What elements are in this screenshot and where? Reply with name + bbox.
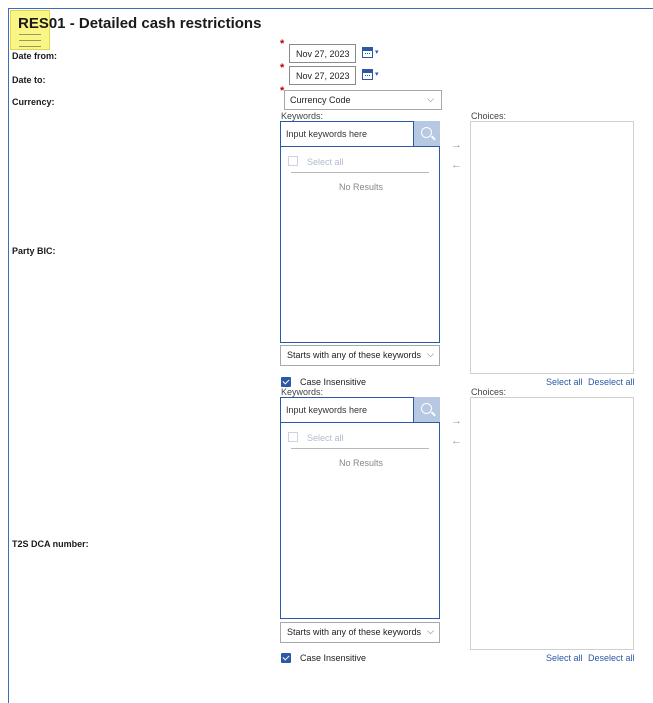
- date-to-label: Date to:: [12, 75, 46, 85]
- t2s-dca-case-insensitive-label: Case Insensitive: [300, 653, 367, 663]
- t2s-dca-choices-label: Choices:: [471, 387, 507, 397]
- t2s-dca-select-all-item[interactable]: Select all: [288, 432, 344, 443]
- search-icon[interactable]: [414, 121, 440, 147]
- t2s-dca-keywords-label: Keywords:: [281, 387, 324, 397]
- t2s-dca-label: T2S DCA number:: [12, 539, 89, 549]
- calendar-icon[interactable]: ▾: [362, 45, 382, 61]
- party-bic-case-insensitive-label: Case Insensitive: [300, 377, 367, 387]
- date-from-input[interactable]: Nov 27, 2023: [289, 44, 356, 63]
- party-bic-case-insensitive-checkbox[interactable]: [281, 377, 291, 387]
- party-bic-select-all-item[interactable]: Select all: [288, 156, 344, 167]
- currency-select-value: Currency Code: [290, 95, 351, 105]
- t2s-dca-select-all-link[interactable]: Select all: [546, 653, 583, 663]
- page-title: RES01 - Detailed cash restrictions: [18, 15, 262, 32]
- party-bic-deselect-all-link[interactable]: Deselect all: [588, 377, 635, 387]
- party-bic-match-mode-select[interactable]: Starts with any of these keywords ⌵: [280, 345, 440, 366]
- party-bic-no-results: No Results: [338, 182, 383, 192]
- t2s-dca-results-list: Select all No Results: [280, 422, 440, 619]
- date-to-required-marker: *: [280, 62, 285, 74]
- t2s-dca-deselect-all-link[interactable]: Deselect all: [588, 653, 635, 663]
- party-bic-choices-label: Choices:: [471, 111, 507, 121]
- t2s-dca-case-insensitive-checkbox[interactable]: [281, 653, 291, 663]
- currency-select[interactable]: Currency Code ⌵: [284, 90, 442, 110]
- checkbox-icon[interactable]: [288, 156, 298, 166]
- divider: [291, 172, 429, 173]
- t2s-dca-choices-list: [470, 397, 634, 650]
- currency-label: Currency:: [12, 97, 55, 107]
- calendar-icon[interactable]: ▾: [362, 67, 382, 83]
- date-from-required-marker: *: [280, 38, 285, 50]
- t2s-dca-keyword-input[interactable]: Input keywords here: [280, 397, 414, 423]
- move-left-arrow-icon[interactable]: ←: [451, 435, 462, 447]
- move-right-arrow-icon[interactable]: →: [451, 139, 462, 151]
- party-bic-label: Party BIC:: [12, 246, 56, 256]
- chevron-down-icon: ⌵: [427, 94, 434, 104]
- move-right-arrow-icon[interactable]: →: [451, 415, 462, 427]
- chevron-down-icon: ⌵: [427, 349, 434, 359]
- date-from-label: Date from:: [12, 51, 58, 61]
- move-left-arrow-icon[interactable]: ←: [451, 159, 462, 171]
- checkbox-icon[interactable]: [288, 432, 298, 442]
- date-to-input[interactable]: Nov 27, 2023: [289, 66, 356, 85]
- t2s-dca-no-results: No Results: [338, 458, 383, 468]
- chevron-down-icon: ⌵: [427, 626, 434, 636]
- t2s-dca-match-mode-select[interactable]: Starts with any of these keywords ⌵: [280, 622, 440, 643]
- party-bic-keywords-label: Keywords:: [281, 111, 324, 121]
- party-bic-select-all-link[interactable]: Select all: [546, 377, 583, 387]
- divider: [291, 448, 429, 449]
- party-bic-results-list: Select all No Results: [280, 146, 440, 343]
- party-bic-choices-list: [470, 121, 634, 374]
- search-icon[interactable]: [414, 397, 440, 423]
- party-bic-keyword-input[interactable]: Input keywords here: [280, 121, 414, 147]
